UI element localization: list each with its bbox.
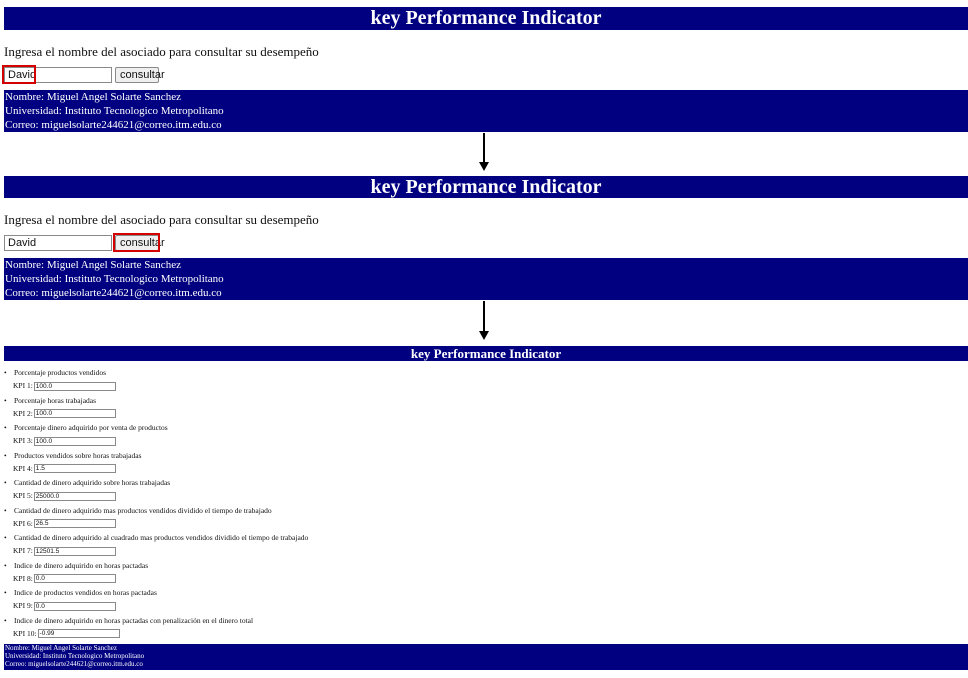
footer-university: Universidad: Instituto Tecnologico Metro… (5, 105, 224, 117)
kpi-item: • Porcentaje horas trabajadas KPI 2: 100.0 (4, 396, 604, 424)
kpi-description: Indice de dinero adquirido en horas pact… (14, 560, 149, 570)
kpi-value-field[interactable]: 1.5 (33, 464, 116, 474)
kpi-value-field[interactable]: 0.0 (33, 601, 116, 611)
kpi-row: KPI 2: 100.0 (13, 409, 116, 419)
kpi-label: KPI 4: (13, 463, 33, 473)
kpi-row: KPI 5: 25000.0 (13, 491, 116, 501)
kpi-value-field[interactable]: 100.0 (33, 409, 116, 419)
search-prompt-2: Ingresa el nombre del asociado para cons… (4, 212, 319, 227)
kpi-value-field[interactable]: 26.5 (33, 519, 116, 529)
page-title-1: key Performance Indicator (4, 7, 968, 30)
consult-button-1[interactable]: consultar (115, 67, 165, 83)
kpi-description: Porcentaje horas trabajadas (14, 395, 97, 405)
kpi-label: KPI 6: (13, 518, 33, 528)
footer-name: Nombre: Miguel Angel Solarte Sanchez (5, 259, 181, 271)
footer-name: Nombre: Miguel Angel Solarte Sanchez (5, 644, 117, 652)
search-input-1[interactable]: David (4, 67, 112, 83)
kpi-item: • Indice de dinero adquirido en horas pac… (4, 616, 604, 644)
kpi-value-field[interactable]: 0.0 (33, 574, 116, 584)
footer-email: Correo: miguelsolarte244621@correo.itm.e… (5, 287, 222, 299)
footer-university: Universidad: Instituto Tecnologico Metro… (5, 273, 224, 285)
kpi-value-field[interactable]: 100.0 (33, 381, 116, 391)
bullet-icon: • (4, 368, 7, 377)
footer-2: Nombre: Miguel Angel Solarte Sanchez Uni… (4, 258, 968, 300)
bullet-icon: • (4, 615, 7, 625)
bullet-icon: • (4, 450, 7, 460)
search-input-2[interactable]: David (4, 235, 112, 251)
kpi-label: KPI 5: (13, 491, 33, 500)
kpi-label: KPI 9: (13, 601, 33, 610)
kpi-description: Cantidad de dinero adquirido al cuadrado… (14, 533, 309, 542)
kpi-description: Porcentaje dinero adquirido por venta de… (14, 423, 168, 432)
kpi-value-field[interactable]: 100.0 (33, 436, 116, 446)
footer-3: Nombre: Miguel Angel Solarte Sanchez Uni… (4, 644, 968, 670)
kpi-item: • Cantidad de dinero adquirido al cuadrad… (4, 533, 604, 561)
kpi-description: Indice de productos vendidos en horas pa… (14, 588, 157, 597)
flow-arrow-head-1 (479, 162, 489, 171)
bullet-icon: • (4, 395, 7, 405)
kpi-item: • Cantidad de dinero adquirido mas produc… (4, 506, 604, 534)
flow-arrow-2 (483, 301, 485, 332)
bullet-icon: • (4, 423, 7, 432)
bullet-icon: • (4, 560, 7, 570)
kpi-item: • Indice de dinero adquirido en horas pac… (4, 561, 604, 589)
flow-arrow-head-2 (479, 331, 489, 340)
kpi-row: KPI 3: 100.0 (13, 436, 116, 446)
search-prompt-1: Ingresa el nombre del asociado para cons… (4, 44, 319, 59)
footer-name: Nombre: Miguel Angel Solarte Sanchez (5, 91, 181, 103)
bullet-icon: • (4, 478, 7, 487)
consult-button-2[interactable]: consultar (115, 235, 165, 251)
footer-email: Correo: miguelsolarte244621@correo.itm.e… (5, 660, 143, 668)
kpi-item: • Porcentaje productos vendidos KPI 1: 100.… (4, 368, 604, 396)
kpi-list: • Porcentaje productos vendidos KPI 1: 100.… (4, 368, 604, 643)
kpi-description: Cantidad de dinero adquirido mas product… (14, 505, 272, 515)
bullet-icon: • (4, 588, 7, 597)
footer-1: Nombre: Miguel Angel Solarte Sanchez Uni… (4, 90, 968, 132)
kpi-item: • Cantidad de dinero adquirido sobre hora… (4, 478, 604, 506)
flow-arrow-1 (483, 133, 485, 163)
kpi-row: KPI 10: -0.99 (13, 629, 120, 639)
kpi-label: KPI 3: (13, 436, 33, 445)
footer-email: Correo: miguelsolarte244621@correo.itm.e… (5, 119, 222, 131)
kpi-description: Porcentaje productos vendidos (14, 368, 107, 377)
kpi-label: KPI 7: (13, 546, 33, 555)
kpi-row: KPI 1: 100.0 (13, 381, 116, 391)
kpi-label: KPI 2: (13, 408, 33, 418)
kpi-label: KPI 1: (13, 381, 33, 390)
kpi-row: KPI 8: 0.0 (13, 574, 116, 584)
kpi-item: • Porcentaje dinero adquirido por venta d… (4, 423, 604, 451)
kpi-description: Cantidad de dinero adquirido sobre horas… (14, 478, 171, 487)
kpi-value-field[interactable]: 25000.0 (33, 491, 116, 501)
kpi-value-field[interactable]: -0.99 (37, 629, 120, 639)
page-title-3: key Performance Indicator (4, 346, 968, 361)
page-title-2: key Performance Indicator (4, 176, 968, 198)
footer-university: Universidad: Instituto Tecnologico Metro… (5, 652, 145, 660)
kpi-label: KPI 10: (13, 628, 37, 638)
kpi-item: • Indice de productos vendidos en horas p… (4, 588, 604, 616)
kpi-row: KPI 7: 12501.5 (13, 546, 116, 556)
bullet-icon: • (4, 533, 7, 542)
kpi-row: KPI 6: 26.5 (13, 519, 116, 529)
bullet-icon: • (4, 505, 7, 515)
kpi-item: • Productos vendidos sobre horas trabajad… (4, 451, 604, 479)
kpi-description: Productos vendidos sobre horas trabajada… (14, 450, 142, 460)
kpi-description: Indice de dinero adquirido en horas pact… (14, 615, 254, 625)
kpi-value-field[interactable]: 12501.5 (33, 546, 116, 556)
kpi-label: KPI 8: (13, 573, 33, 583)
kpi-row: KPI 4: 1.5 (13, 464, 116, 474)
kpi-row: KPI 9: 0.0 (13, 601, 116, 611)
